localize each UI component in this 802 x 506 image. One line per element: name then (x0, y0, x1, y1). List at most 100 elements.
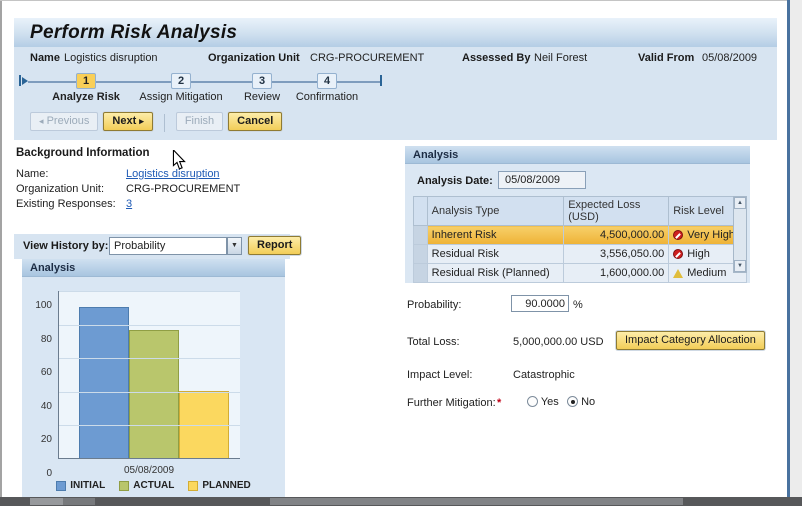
finish-button[interactable]: Finish (176, 112, 223, 131)
name-value: Logistics disruption (64, 52, 158, 64)
roadmap: 1 Analyze Risk 2 Assign Mitigation 3 Rev… (14, 69, 777, 107)
toolbar: ◂ Previous Next ▸ Finish Cancel (14, 107, 777, 140)
taskbar-segment (30, 498, 63, 505)
col-analysis-type: Analysis Type (427, 197, 564, 226)
selector-header-cell (414, 197, 428, 226)
scroll-down-icon[interactable]: ▼ (734, 260, 746, 272)
y-tick-label: 100 (22, 300, 52, 311)
analysis-table: Analysis Type Expected Loss (USD) Risk L… (413, 196, 747, 283)
content-area: Perform Risk Analysis Name Logistics dis… (14, 18, 777, 140)
legend-swatch (188, 481, 198, 491)
required-marker: * (497, 397, 501, 409)
y-tick-label: 80 (22, 334, 52, 345)
analysis-panel-header: Analysis (405, 146, 750, 164)
table-row-inherent-risk[interactable]: Inherent Risk 4,500,000.00 Very High (414, 226, 747, 245)
legend-swatch (56, 481, 66, 491)
header-info-strip: Name Logistics disruption Organization U… (14, 47, 777, 69)
analysis-panel-title: Analysis (413, 149, 458, 161)
y-tick-label: 40 (22, 401, 52, 412)
chevron-down-icon[interactable]: ▼ (227, 237, 242, 255)
toolbar-separator (164, 114, 165, 132)
report-button[interactable]: Report (248, 236, 301, 255)
legend-label: INITIAL (70, 480, 105, 491)
table-row-residual-risk[interactable]: Residual Risk 3,556,050.00 High (414, 245, 747, 264)
legend-item: ACTUAL (119, 480, 174, 491)
bar-initial (79, 307, 129, 458)
impact-level-value: Catastrophic (513, 369, 575, 381)
roadmap-step-1[interactable]: 1 (76, 73, 96, 89)
row-selector[interactable] (414, 226, 428, 245)
bi-responses-link[interactable]: 3 (126, 198, 132, 210)
chart-panel-title: Analysis (30, 262, 75, 274)
table-scrollbar[interactable]: ▲ ▼ (733, 196, 747, 273)
legend-label: ACTUAL (133, 480, 174, 491)
chart-x-label: 05/08/2009 (58, 465, 240, 476)
perform-risk-analysis-window: Perform Risk Analysis Name Logistics dis… (0, 0, 802, 506)
risk-warning-icon (673, 269, 683, 278)
total-loss-value: 5,000,000.00 USD (513, 336, 604, 348)
assessed-by-label: Assessed By (462, 52, 531, 64)
roadmap-step-3[interactable]: 3 (252, 73, 272, 89)
risk-critical-icon (673, 249, 683, 259)
page-title: Perform Risk Analysis (30, 22, 237, 44)
background-info-title: Background Information (16, 147, 150, 159)
taskbar-strip (0, 497, 802, 506)
table-row-residual-risk-planned[interactable]: Residual Risk (Planned) 1,600,000.00 Med… (414, 264, 747, 283)
y-tick-label: 60 (22, 367, 52, 378)
window-margin-right (790, 0, 802, 506)
left-arrow-icon: ◂ (39, 116, 44, 126)
taskbar-segment (63, 498, 95, 505)
mitigation-yes-option[interactable]: Yes (527, 396, 559, 408)
impact-category-allocation-button[interactable]: Impact Category Allocation (616, 331, 765, 350)
history-type-dropdown[interactable]: Probability (109, 237, 227, 255)
chart-yaxis: 020406080100 (22, 291, 54, 459)
bi-org-label: Organization Unit: (16, 183, 104, 195)
scroll-up-icon[interactable]: ▲ (734, 197, 746, 209)
mitigation-no-option[interactable]: No (567, 396, 595, 408)
gridline (59, 325, 240, 326)
org-unit-label: Organization Unit (208, 52, 300, 64)
radio-yes[interactable] (527, 396, 538, 407)
bi-responses-label: Existing Responses: (16, 198, 116, 210)
window-border-top (0, 0, 802, 1)
legend-label: PLANNED (202, 480, 250, 491)
mouse-cursor (172, 150, 186, 175)
cancel-button[interactable]: Cancel (228, 112, 282, 131)
table-header-row: Analysis Type Expected Loss (USD) Risk L… (414, 197, 747, 226)
bi-org-value: CRG-PROCUREMENT (126, 183, 240, 195)
further-mitigation-label: Further Mitigation: (407, 397, 496, 409)
probability-unit: % (573, 299, 583, 311)
analysis-date-input[interactable]: 05/08/2009 (498, 171, 586, 189)
col-expected-loss: Expected Loss (USD) (564, 197, 669, 226)
window-border-right (787, 0, 790, 506)
gridline (59, 358, 240, 359)
analysis-chart: 020406080100 05/08/2009 INITIALACTUALPLA… (22, 277, 285, 497)
legend-item: INITIAL (56, 480, 105, 491)
gridline (59, 291, 240, 292)
radio-no-selected[interactable] (567, 396, 578, 407)
valid-from-value: 05/08/2009 (702, 52, 757, 64)
probability-input[interactable]: 90.0000 (511, 295, 569, 312)
roadmap-step-4[interactable]: 4 (317, 73, 337, 89)
roadmap-step-4-label: Confirmation (296, 91, 358, 103)
assessed-by-value: Neil Forest (534, 52, 587, 64)
y-tick-label: 0 (22, 468, 52, 479)
analysis-date-label: Analysis Date: (417, 175, 493, 187)
window-border-left (0, 0, 2, 506)
org-unit-value: CRG-PROCUREMENT (310, 52, 424, 64)
row-selector[interactable] (414, 264, 428, 283)
gridline (59, 392, 240, 393)
row-selector[interactable] (414, 245, 428, 264)
bar-actual (129, 330, 179, 458)
probability-label: Probability: (407, 299, 461, 311)
previous-button[interactable]: ◂ Previous (30, 112, 98, 131)
next-button[interactable]: Next ▸ (103, 112, 152, 131)
valid-from-label: Valid From (638, 52, 694, 64)
roadmap-step-2[interactable]: 2 (171, 73, 191, 89)
roadmap-step-1-label: Analyze Risk (52, 91, 120, 103)
chart-bars (79, 307, 229, 458)
view-history-label: View History by: (23, 240, 108, 252)
roadmap-step-3-label: Review (244, 91, 280, 103)
right-arrow-icon: ▸ (139, 116, 144, 126)
roadmap-end-icon (380, 75, 382, 86)
